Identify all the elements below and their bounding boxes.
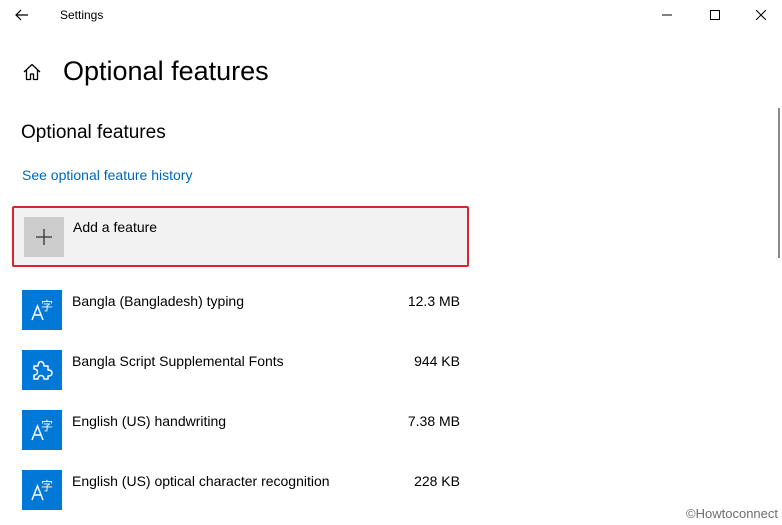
title-bar: Settings — [0, 0, 782, 30]
feature-name: Bangla Script Supplemental Fonts — [72, 353, 284, 369]
list-item[interactable]: 字 English (US) handwriting 7.38 MB — [22, 410, 462, 470]
feature-name: English (US) handwriting — [72, 413, 227, 429]
page-title: Optional features — [63, 56, 269, 86]
list-item[interactable]: 字 Bangla (Bangladesh) typing 12.3 MB — [22, 290, 462, 350]
svg-text:字: 字 — [41, 418, 53, 433]
svg-text:字: 字 — [41, 298, 53, 313]
watermark: ©Howtoconnect — [686, 506, 778, 521]
feature-size: 12.3 MB — [407, 293, 460, 309]
installed-features-list: 字 Bangla (Bangladesh) typing 12.3 MB Ban… — [22, 290, 462, 525]
section-title: Optional features — [21, 122, 166, 143]
back-button[interactable] — [0, 0, 44, 30]
feature-size: 944 KB — [414, 353, 460, 369]
app-title: Settings — [60, 8, 104, 22]
list-item[interactable]: 字 English (US) optical character recogni… — [22, 470, 462, 525]
language-icon: 字 — [31, 298, 53, 321]
minimize-icon — [662, 14, 672, 16]
scrollbar[interactable] — [778, 108, 780, 258]
feature-tile: 字 — [22, 470, 62, 510]
feature-size: 228 KB — [414, 473, 460, 489]
language-icon: 字 — [31, 478, 53, 501]
maximize-button[interactable] — [692, 0, 738, 30]
puzzle-icon — [33, 360, 53, 380]
svg-text:字: 字 — [41, 478, 53, 493]
add-feature-tile — [24, 217, 64, 257]
maximize-icon — [710, 10, 720, 20]
feature-size: 7.38 MB — [407, 413, 460, 429]
feature-tile: 字 — [22, 290, 62, 330]
feature-history-link[interactable]: See optional feature history — [22, 167, 192, 183]
feature-name: English (US) optical character recogniti… — [72, 473, 330, 489]
minimize-button[interactable] — [644, 0, 690, 30]
back-arrow-icon — [15, 9, 28, 21]
add-feature-label: Add a feature — [73, 219, 158, 235]
home-icon — [23, 63, 41, 81]
plus-icon — [36, 229, 52, 245]
feature-name: Bangla (Bangladesh) typing — [72, 293, 245, 309]
page-header: Optional features — [20, 54, 269, 90]
home-button[interactable] — [20, 60, 44, 84]
list-item[interactable]: Bangla Script Supplemental Fonts 944 KB — [22, 350, 462, 410]
feature-tile: 字 — [22, 410, 62, 450]
close-icon — [756, 10, 766, 20]
feature-tile — [22, 350, 62, 390]
add-feature-button[interactable]: Add a feature — [12, 206, 469, 267]
close-button[interactable] — [738, 0, 782, 30]
language-icon: 字 — [31, 418, 53, 441]
